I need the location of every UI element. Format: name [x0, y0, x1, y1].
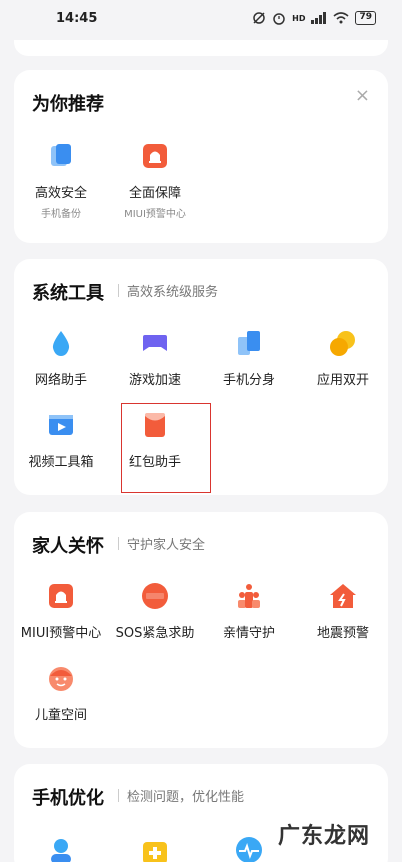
family-item-earthquake[interactable]: 地震预警	[296, 582, 390, 641]
network-drop-icon	[52, 331, 70, 356]
family-item-kids-space[interactable]: 儿童空间	[14, 664, 108, 723]
battery-indicator: 79	[355, 11, 376, 25]
tool-dual-app[interactable]: 应用双开	[296, 329, 390, 388]
status-time: 14:45	[56, 10, 98, 26]
alert-center-icon	[143, 144, 167, 168]
recommend-item-backup[interactable]: 高效安全 手机备份	[14, 142, 108, 220]
watermark-text: 广东龙网	[277, 818, 370, 850]
earthquake-icon	[330, 584, 356, 608]
title-divider	[118, 789, 119, 802]
tool-dual-phone[interactable]: 手机分身	[202, 329, 296, 388]
item-label: 儿童空间	[34, 708, 87, 723]
previous-card-edge	[14, 40, 388, 56]
phone-optimize-subtitle: 检测问题，优化性能	[127, 790, 245, 805]
title-divider	[118, 284, 119, 297]
tool-video-toolbox[interactable]: 视频工具箱	[14, 411, 108, 470]
family-icon	[238, 584, 260, 608]
item-desc: 手机备份	[41, 209, 81, 220]
status-bar: 14:45 HD 79	[0, 0, 402, 36]
alert-center-icon	[49, 584, 73, 608]
family-item-guard[interactable]: 亲情守护	[202, 582, 296, 641]
family-item-sos[interactable]: SOS紧急求助	[108, 582, 202, 641]
item-label: 高效安全	[34, 186, 87, 201]
dual-phone-icon	[238, 331, 260, 355]
network-type: HD	[292, 13, 306, 23]
item-label: 应用双开	[316, 373, 369, 388]
family-care-subtitle: 守护家人安全	[127, 538, 206, 553]
system-tools-subtitle-wrap: 高效系统级服务	[118, 281, 218, 300]
close-icon[interactable]: ×	[355, 87, 370, 105]
family-item-alert-center[interactable]: MIUI预警中心	[14, 582, 108, 641]
system-tools-title: 系统工具	[32, 283, 104, 304]
item-label: 网络助手	[34, 373, 87, 388]
optimize-item-icon-2[interactable]	[141, 836, 169, 862]
family-care-subtitle-wrap: 守护家人安全	[118, 534, 205, 553]
kid-face-icon	[49, 667, 73, 691]
phone-optimize-subtitle-wrap: 检测问题，优化性能	[118, 786, 244, 805]
backup-icon	[51, 144, 71, 166]
item-desc: MIUI预警中心	[124, 209, 186, 220]
status-icons: HD 79	[252, 11, 376, 25]
game-pad-icon	[143, 335, 167, 351]
item-label: MIUI预警中心	[20, 626, 102, 641]
family-care-card: 家人关怀 守护家人安全 MIUI预警中心 SOS紧急求助 亲情守护 地震预警 儿…	[14, 512, 388, 748]
recommend-item-protection[interactable]: 全面保障 MIUI预警中心	[108, 142, 202, 220]
video-toolbox-icon	[49, 415, 73, 435]
title-divider	[118, 537, 119, 550]
tool-game-boost[interactable]: 游戏加速	[108, 329, 202, 388]
sos-icon	[142, 583, 168, 609]
item-label: SOS紧急求助	[115, 626, 195, 641]
phone-optimize-title: 手机优化	[32, 788, 104, 809]
item-label: 视频工具箱	[28, 455, 94, 470]
item-label: 游戏加速	[128, 373, 181, 388]
highlight-box	[121, 403, 211, 493]
item-label: 亲情守护	[222, 626, 275, 641]
optimize-item-icon-3[interactable]	[235, 836, 263, 862]
recommend-title: 为你推荐	[32, 94, 104, 115]
item-label: 全面保障	[128, 186, 181, 201]
signal-icon	[311, 12, 327, 24]
item-label: 地震预警	[316, 626, 369, 641]
family-care-title: 家人关怀	[32, 536, 104, 557]
tool-network-assistant[interactable]: 网络助手	[14, 329, 108, 388]
alarm-icon	[273, 13, 285, 25]
wifi-icon	[333, 12, 349, 24]
optimize-item-icon-1[interactable]	[47, 836, 75, 862]
system-tools-card: 系统工具 高效系统级服务 网络助手 游戏加速 手机分身 应用双开 视频工具箱 红…	[14, 259, 388, 495]
item-label: 手机分身	[222, 373, 275, 388]
dual-app-icon	[330, 331, 355, 356]
alarm-off-icon	[253, 12, 265, 24]
system-tools-subtitle: 高效系统级服务	[127, 285, 219, 300]
recommend-card: 为你推荐 × 高效安全 手机备份 全面保障 MIUI预警中心	[14, 70, 388, 243]
